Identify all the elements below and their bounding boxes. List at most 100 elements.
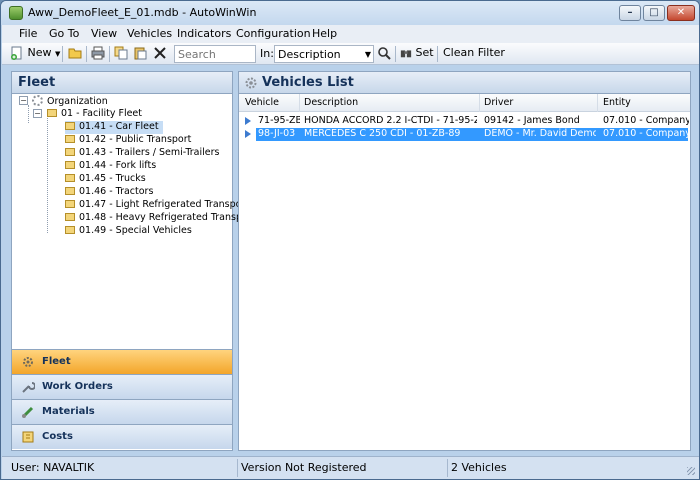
menu-go-to[interactable]: Go To [49,27,79,40]
minimize-button[interactable]: – [619,5,641,21]
nav-materials[interactable]: Materials [12,399,232,424]
new-document-icon [11,46,22,60]
row-pointer-icon [245,117,251,125]
window-title: Aww_DemoFleet_E_01.mdb - AutoWinWin [28,6,257,19]
cell-driver: DEMO - Mr. David Demo [484,128,596,139]
menu-view[interactable]: View [91,27,117,40]
column-divider[interactable] [597,94,598,112]
tree-node-light-refrigerated[interactable]: 01.47 - Light Refrigerated Transport [65,199,249,212]
cell-driver: 09142 - James Bond [484,115,580,126]
gear-icon [245,77,257,89]
tree-node-car-fleet[interactable]: 01.41 - Car Fleet [65,121,163,134]
status-user: User: NAVALTIK [11,461,95,474]
folder-icon [65,148,75,156]
table-row-selected[interactable]: 98-JI-03 MERCEDES C 250 CDI - 01-ZB-89 D… [239,128,690,141]
print-button[interactable] [91,46,105,62]
tree-node-trailers[interactable]: 01.43 - Trailers / Semi-Trailers [65,147,219,160]
tree-node-fork-lifts[interactable]: 01.44 - Fork lifts [65,160,156,173]
column-header-vehicle[interactable]: Vehicle [245,97,279,108]
status-bar: User: NAVALTIK Version Not Registered 2 … [2,456,699,479]
tree-node-trucks[interactable]: 01.45 - Trucks [65,173,146,186]
gear-icon [23,357,33,367]
close-icon: ✕ [676,7,686,18]
column-header-driver[interactable]: Driver [484,97,513,108]
new-button-label: New [27,46,52,59]
folder-icon [65,135,75,143]
folder-icon [65,174,75,182]
fleet-panel-title: Fleet [18,75,56,90]
menu-bar: File Go To View Vehicles Indicators Conf… [2,25,699,43]
binoculars-icon [400,50,412,58]
toolbar-separator [395,46,396,62]
collapse-facility-toggle[interactable]: − [33,109,42,118]
maximize-icon: □ [649,7,659,18]
folder-icon [65,161,75,169]
collapse-organization-toggle[interactable]: − [19,96,28,105]
search-field-select[interactable]: Description ▼ [274,45,374,63]
open-button[interactable] [68,46,82,62]
menu-vehicles[interactable]: Vehicles [127,27,172,40]
tree-node-label: 01.49 - Special Vehicles [79,225,192,236]
column-divider[interactable] [479,94,480,112]
tree-node-special-vehicles[interactable]: 01.49 - Special Vehicles [65,225,192,238]
set-filter-button[interactable]: Set [400,46,434,62]
tree-node-label: 01.47 - Light Refrigerated Transport [79,199,250,210]
vehicles-list-title: Vehicles List [262,75,354,90]
nav-work-orders[interactable]: Work Orders [12,374,232,399]
tree-node-heavy-refrigerated[interactable]: 01.48 - Heavy Refrigerated Transport [65,212,255,225]
tree-node-organization[interactable]: Organization [32,95,108,108]
vehicles-list-header: Vehicles List [239,72,690,94]
column-header-description[interactable]: Description [304,97,358,108]
tree-node-facility-fleet[interactable]: 01 - Facility Fleet [47,108,142,121]
costs-icon [22,431,34,443]
cell-vehicle: 71-95-ZB [258,115,300,126]
clean-filter-button[interactable]: Clean Filter [443,46,505,62]
cell-entity: 07.010 - Company... [603,115,689,126]
minimize-icon: – [627,7,633,18]
nav-fleet[interactable]: Fleet [12,349,232,374]
maximize-button[interactable]: □ [643,5,665,21]
delete-button[interactable] [153,46,167,62]
paste-icon [134,47,147,60]
new-button[interactable]: New ▼ [10,46,60,62]
tree-connector [47,118,48,233]
cell-entity: 07.010 - Company... [603,128,689,139]
tree-node-public-transport[interactable]: 01.42 - Public Transport [65,134,191,147]
close-button[interactable]: ✕ [667,5,695,21]
nav-costs-label: Costs [42,431,73,442]
toolbar-separator [86,46,87,62]
tree-node-label: 01 - Facility Fleet [61,108,142,119]
table-row[interactable]: 71-95-ZB HONDA ACCORD 2.2 I-CTDI - 71-95… [239,115,690,128]
search-field-value: Description [278,48,341,61]
nav-costs[interactable]: Costs [12,424,232,449]
search-button[interactable] [377,46,391,62]
fleet-tree: − Organization − 01 - Facility Fleet 01.… [12,94,255,349]
menu-file[interactable]: File [19,27,37,40]
resize-grip[interactable] [687,467,695,475]
nav-fleet-label: Fleet [42,356,71,367]
wrench-icon [22,382,35,393]
paste-button[interactable] [133,46,147,62]
print-icon [91,46,105,60]
new-dropdown-icon: ▼ [55,50,61,58]
toolbar-separator [437,46,438,62]
menu-help[interactable]: Help [312,27,337,40]
status-vehicle-count: 2 Vehicles [451,461,507,474]
status-divider [237,459,238,477]
tree-node-tractors[interactable]: 01.46 - Tractors [65,186,153,199]
title-bar[interactable]: Aww_DemoFleet_E_01.mdb - AutoWinWin – □ … [1,1,699,25]
tree-node-label: 01.44 - Fork lifts [79,160,157,171]
tree-node-label: 01.48 - Heavy Refrigerated Transport [79,212,256,223]
nav-materials-label: Materials [42,406,95,417]
menu-configuration[interactable]: Configuration [236,27,311,40]
app-window: Aww_DemoFleet_E_01.mdb - AutoWinWin – □ … [0,0,700,480]
column-divider[interactable] [299,94,300,112]
copy-button[interactable] [114,46,128,62]
toolbar: New ▼ In: Description ▼ [2,43,699,65]
search-input[interactable] [174,45,256,63]
tree-node-label: 01.46 - Tractors [79,186,154,197]
column-header-entity[interactable]: Entity [603,97,631,108]
nav-work-orders-label: Work Orders [42,381,113,392]
chevron-down-icon: ▼ [364,50,371,59]
menu-indicators[interactable]: Indicators [177,27,231,40]
